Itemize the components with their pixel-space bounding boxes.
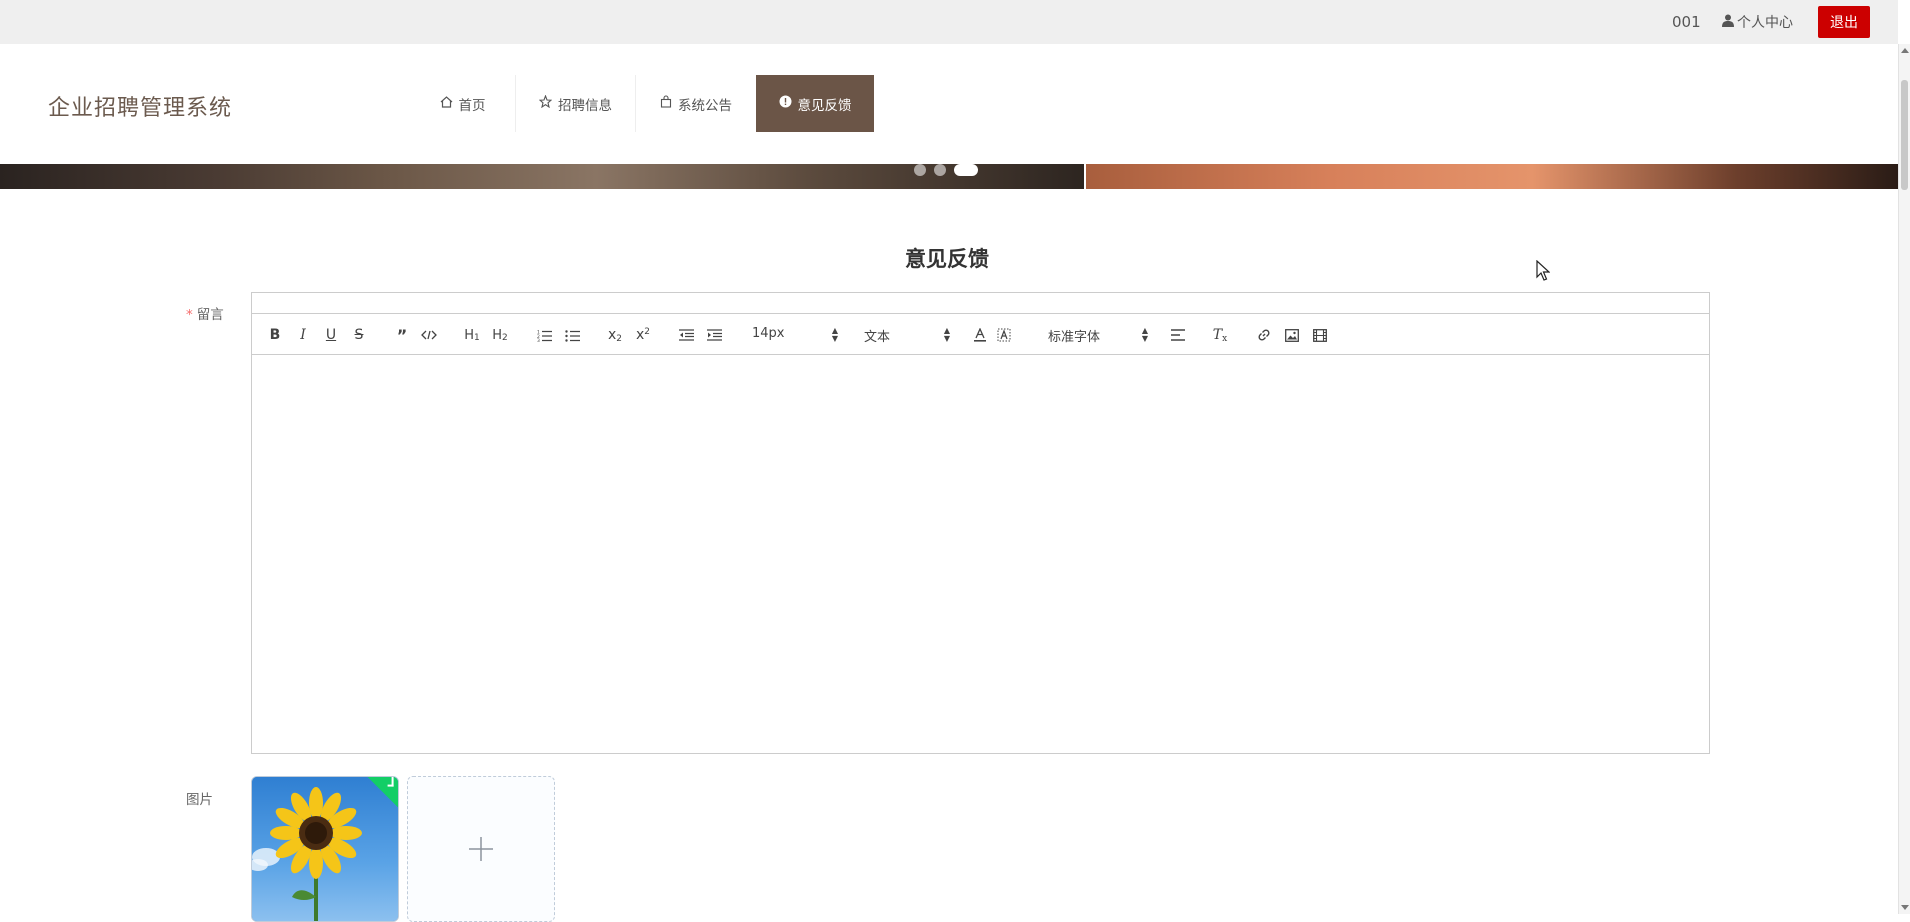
nav-label: 招聘信息 bbox=[558, 97, 612, 114]
user-id: 001 bbox=[1672, 13, 1701, 31]
image-icon[interactable] bbox=[1284, 326, 1300, 344]
nav-item-announcements[interactable]: 系统公告 bbox=[636, 75, 756, 132]
link-icon[interactable] bbox=[1256, 326, 1272, 344]
bag-icon bbox=[660, 95, 672, 112]
align-left-icon[interactable] bbox=[1170, 326, 1186, 344]
message-label: * 留言 bbox=[186, 303, 224, 323]
underline-icon[interactable]: U bbox=[324, 326, 338, 344]
carousel-dot[interactable] bbox=[934, 164, 946, 176]
heading1-icon[interactable]: H1 bbox=[462, 326, 482, 344]
main-nav: 首页 招聘信息 系统公告 意见反馈 bbox=[410, 75, 874, 132]
bold-icon[interactable]: B bbox=[268, 326, 282, 344]
info-icon bbox=[779, 95, 792, 112]
page-title: 意见反馈 bbox=[905, 247, 989, 271]
nav-label: 系统公告 bbox=[678, 97, 732, 114]
check-icon bbox=[387, 777, 394, 787]
bullet-list-icon[interactable] bbox=[564, 326, 580, 344]
font-size-value: 14px bbox=[752, 326, 785, 341]
font-color-icon[interactable] bbox=[972, 326, 988, 344]
site-header: 企业招聘管理系统 首页 招聘信息 系统公告 意见反馈 bbox=[0, 44, 1898, 164]
editor-toolbar: B I U S ” H1 H2 123 x2 x2 14px ▲ ▼ 文本 ▲ ▼ bbox=[252, 313, 1709, 355]
video-icon[interactable] bbox=[1312, 326, 1328, 344]
image-label: 图片 bbox=[186, 792, 213, 808]
mouse-cursor-icon bbox=[1536, 260, 1550, 281]
required-marker: * bbox=[186, 307, 193, 323]
page-scrollbar[interactable] bbox=[1898, 44, 1910, 914]
ordered-list-icon[interactable]: 123 bbox=[536, 326, 552, 344]
nav-label: 意见反馈 bbox=[797, 97, 852, 114]
plus-icon bbox=[469, 837, 493, 861]
scroll-up-icon[interactable] bbox=[1901, 48, 1909, 53]
nav-item-home[interactable]: 首页 bbox=[410, 75, 516, 132]
nav-item-feedback[interactable]: 意见反馈 bbox=[756, 75, 874, 132]
nav-item-jobs[interactable]: 招聘信息 bbox=[516, 75, 636, 132]
user-icon bbox=[1722, 14, 1734, 31]
profile-label: 个人中心 bbox=[1737, 15, 1793, 31]
outdent-icon[interactable] bbox=[678, 326, 694, 344]
font-family-select[interactable]: 标准字体 ▲ ▼ bbox=[1048, 326, 1148, 346]
top-utility-bar: 001 个人中心 退出 bbox=[0, 0, 1898, 44]
star-icon bbox=[538, 94, 553, 112]
scrollbar-thumb[interactable] bbox=[1901, 80, 1908, 190]
editor-content-area[interactable] bbox=[252, 355, 1709, 753]
heading-value: 文本 bbox=[864, 330, 891, 345]
subscript-icon[interactable]: x2 bbox=[606, 326, 624, 344]
uploaded-image-thumbnail[interactable] bbox=[251, 776, 399, 922]
nav-label: 首页 bbox=[458, 97, 486, 114]
superscript-icon[interactable]: x2 bbox=[634, 326, 652, 344]
code-block-icon[interactable] bbox=[420, 326, 438, 344]
select-caret-icon: ▲ ▼ bbox=[943, 326, 950, 343]
profile-link[interactable]: 个人中心 bbox=[1722, 12, 1793, 32]
heading2-icon[interactable]: H2 bbox=[490, 326, 510, 344]
select-caret-icon: ▲ ▼ bbox=[831, 326, 838, 343]
add-image-button[interactable] bbox=[407, 776, 555, 922]
font-family-value: 标准字体 bbox=[1048, 330, 1101, 345]
background-color-icon[interactable] bbox=[996, 326, 1012, 344]
indent-icon[interactable] bbox=[706, 326, 722, 344]
logout-button[interactable]: 退出 bbox=[1818, 6, 1870, 38]
home-icon bbox=[440, 95, 453, 112]
site-brand: 企业招聘管理系统 bbox=[48, 96, 233, 121]
banner-slide-sunset bbox=[1086, 164, 1898, 189]
scroll-down-icon[interactable] bbox=[1901, 905, 1909, 910]
italic-icon[interactable]: I bbox=[296, 326, 310, 344]
select-caret-icon: ▲ ▼ bbox=[1141, 326, 1148, 343]
rich-text-editor: B I U S ” H1 H2 123 x2 x2 14px ▲ ▼ 文本 ▲ ▼ bbox=[251, 292, 1710, 754]
strikethrough-icon[interactable]: S bbox=[352, 326, 366, 344]
heading-select[interactable]: 文本 ▲ ▼ bbox=[864, 326, 950, 346]
font-size-select[interactable]: 14px ▲ ▼ bbox=[752, 326, 838, 344]
carousel-dot-active[interactable] bbox=[954, 164, 978, 176]
clear-format-icon[interactable]: Tx bbox=[1212, 326, 1228, 344]
carousel-dot[interactable] bbox=[914, 164, 926, 176]
message-label-text: 留言 bbox=[196, 307, 224, 323]
sunflower-icon bbox=[252, 787, 362, 921]
svg-text:3: 3 bbox=[537, 338, 540, 342]
carousel-indicators bbox=[914, 164, 978, 176]
blockquote-icon[interactable]: ” bbox=[394, 326, 410, 345]
